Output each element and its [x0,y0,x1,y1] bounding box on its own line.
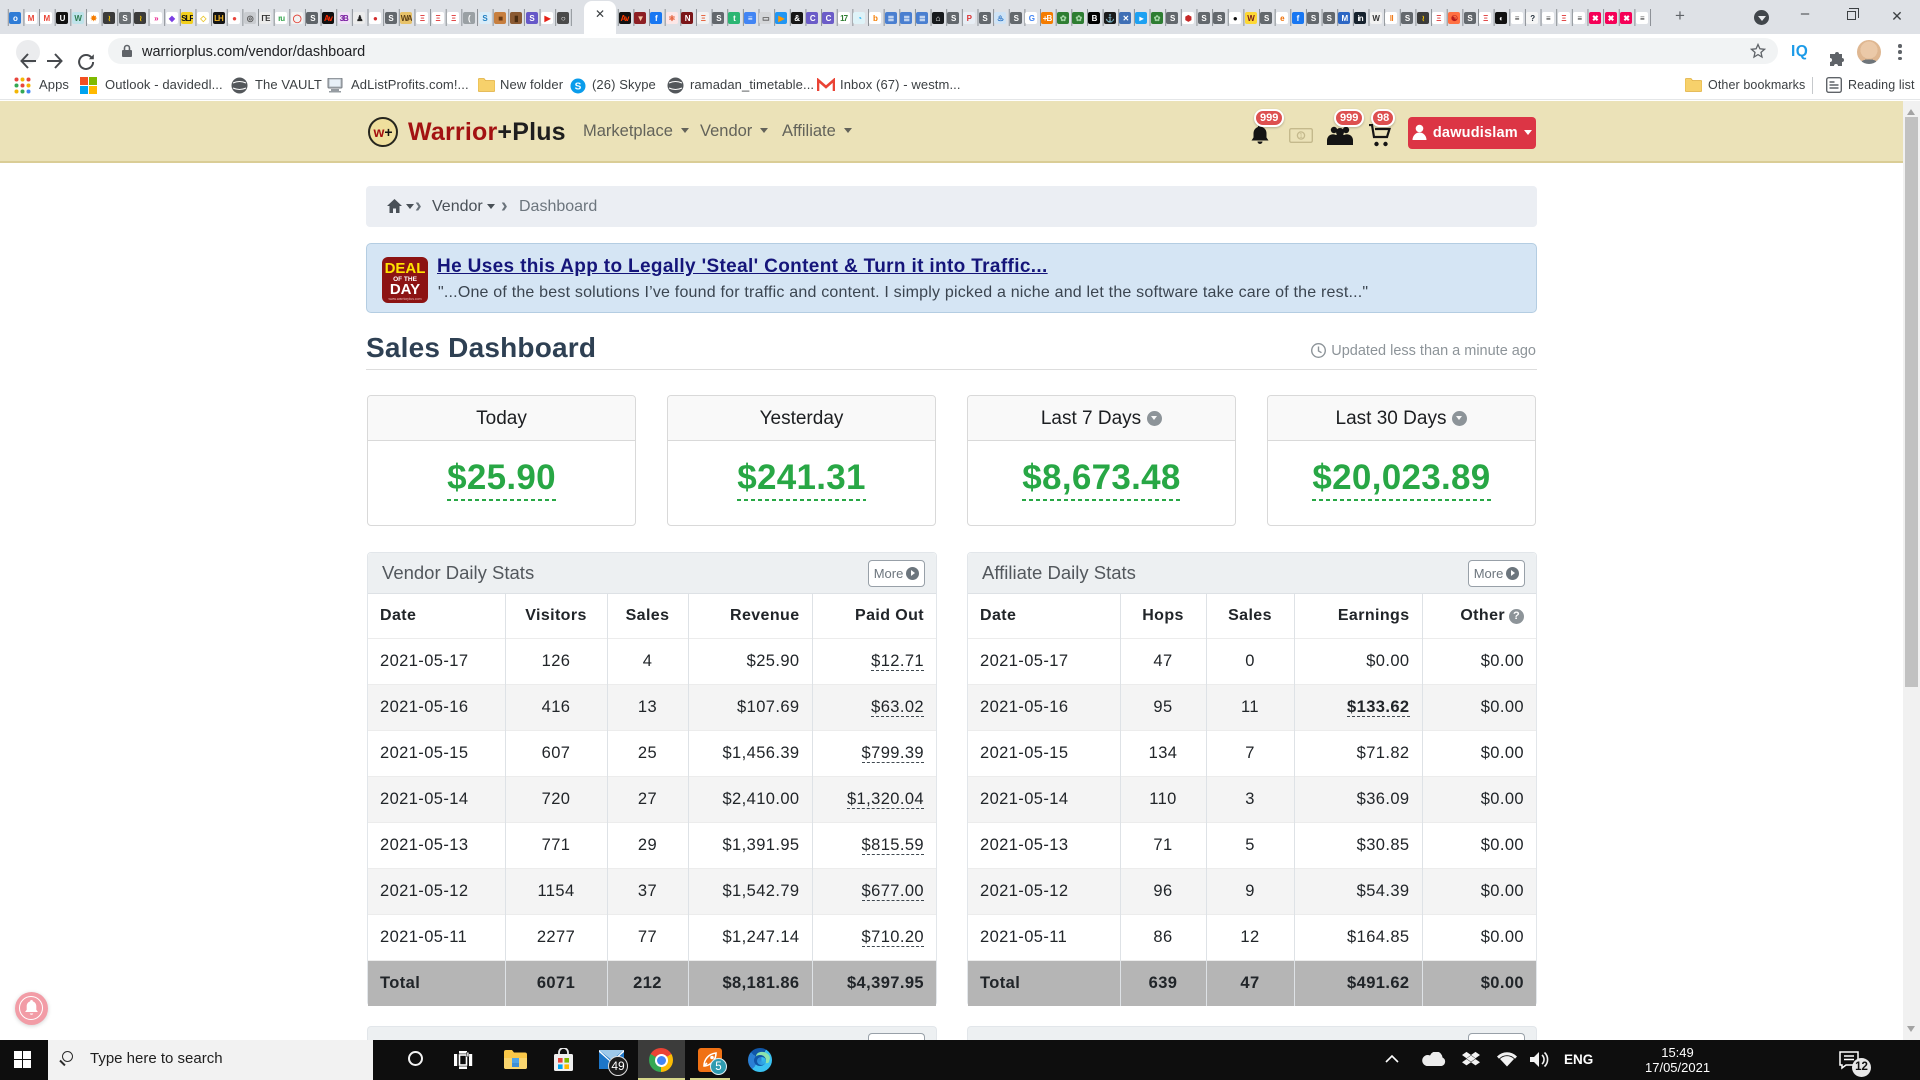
svg-text:1: 1 [1299,133,1303,140]
svg-text:S: S [575,82,582,93]
